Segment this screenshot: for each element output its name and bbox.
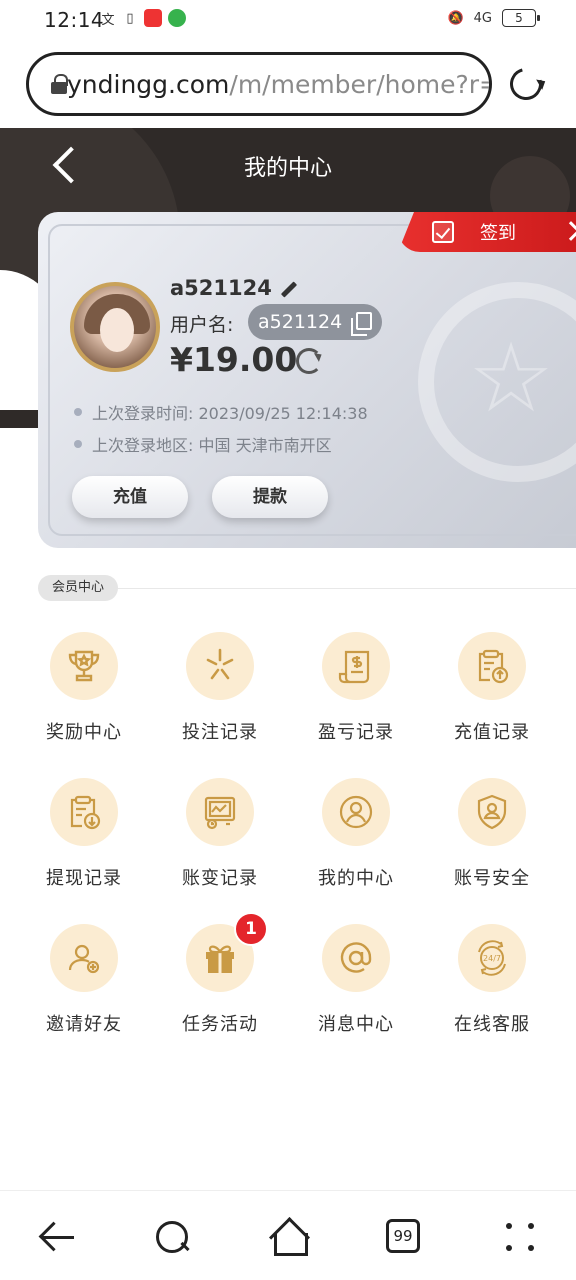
translate-icon: 文 xyxy=(101,12,115,28)
menu-label: 在线客服 xyxy=(454,1014,530,1035)
monitor-chart-icon xyxy=(186,778,254,846)
back-icon[interactable] xyxy=(38,1217,78,1257)
menu-label: 奖励中心 xyxy=(46,722,122,743)
menu-item-withdraw-records[interactable]: 提现记录 xyxy=(16,778,152,890)
browser-bottom-nav: 99 xyxy=(0,1190,576,1280)
username-value: a521124 xyxy=(258,311,343,333)
home-icon[interactable] xyxy=(268,1217,308,1257)
app-notification-icon xyxy=(144,9,162,27)
menu-item-account-changes[interactable]: 账变记录 xyxy=(152,778,288,890)
gift-icon: 1 xyxy=(186,912,268,992)
shield-user-icon xyxy=(458,778,526,846)
user-circle-icon xyxy=(322,778,390,846)
menu-label: 充值记录 xyxy=(454,722,530,743)
section-title: 会员中心 xyxy=(38,575,119,601)
last-login-time: 上次登录时间: 2023/09/25 12:14:38 xyxy=(92,404,368,423)
last-login-region: 上次登录地区: 中国 天津市南开区 xyxy=(92,436,332,455)
menu-item-account-security[interactable]: 账号安全 xyxy=(424,778,560,890)
menu-item-profit-records[interactable]: 盈亏记录 xyxy=(288,632,424,744)
username-text: a521124 xyxy=(170,276,272,300)
menu-label: 账变记录 xyxy=(182,868,258,889)
mute-icon: 🔕 xyxy=(447,10,464,26)
menu-item-recharge-records[interactable]: 充值记录 xyxy=(424,632,560,744)
battery-icon: 5 xyxy=(502,9,540,27)
section-divider xyxy=(38,588,576,589)
bullet-dot xyxy=(74,440,82,448)
checkbox-icon xyxy=(432,221,454,243)
reload-icon[interactable] xyxy=(504,62,548,106)
search-icon[interactable] xyxy=(152,1217,192,1257)
avatar-face xyxy=(100,308,134,352)
member-card: ☆ 签到 a521124 用户名: a521124 ¥19.00 上次登录时间:… xyxy=(38,212,576,548)
menu-item-my-center[interactable]: 我的中心 xyxy=(288,778,424,890)
page-title: 我的中心 xyxy=(243,156,332,181)
star-watermark-icon: ☆ xyxy=(468,322,555,434)
signal-icon: 4G xyxy=(473,10,492,26)
menu-label: 账号安全 xyxy=(454,868,530,889)
recharge-button[interactable]: 充值 xyxy=(72,476,188,518)
chevron-right-icon xyxy=(561,221,576,241)
refresh-icon[interactable] xyxy=(296,348,322,374)
menu-label: 投注记录 xyxy=(182,722,258,743)
menu-label: 邀请好友 xyxy=(46,1014,122,1035)
star-burst-icon xyxy=(186,632,254,700)
tabs-count-icon[interactable]: 99 xyxy=(386,1219,420,1253)
username-title: a521124 xyxy=(170,276,298,300)
last-login-region-row: 上次登录地区: 中国 天津市南开区 xyxy=(74,432,332,456)
status-bar: 12:14 文 ▯ 🔕 4G 5 xyxy=(0,0,576,40)
user-add-icon xyxy=(50,924,118,992)
checkin-button[interactable]: 签到 xyxy=(398,212,576,252)
member-menu-grid: 奖励中心 投注记录 盈亏记录 充值记录 提现记录 账变记录 我的中心 账号安全 … xyxy=(16,632,560,1036)
menu-item-bet-records[interactable]: 投注记录 xyxy=(152,632,288,744)
bullet-dot xyxy=(74,408,82,416)
support-24-7-icon: 24/7 xyxy=(458,924,526,992)
app-notification-icon xyxy=(168,9,186,27)
at-sign-icon xyxy=(322,924,390,992)
more-menu-icon[interactable] xyxy=(500,1217,540,1257)
menu-label: 消息中心 xyxy=(318,1014,394,1035)
avatar[interactable] xyxy=(70,282,160,372)
menu-label: 提现记录 xyxy=(46,868,122,889)
trophy-icon xyxy=(50,632,118,700)
status-notification-icons: 文 ▯ xyxy=(100,9,186,28)
username-pill: a521124 xyxy=(248,304,383,340)
menu-label: 盈亏记录 xyxy=(318,722,394,743)
menu-item-support[interactable]: 24/7 在线客服 xyxy=(424,924,560,1036)
receipt-icon xyxy=(322,632,390,700)
balance-amount: ¥19.00 xyxy=(170,340,298,379)
checkin-label: 签到 xyxy=(480,223,516,244)
username-label: 用户名: xyxy=(170,314,234,336)
withdraw-button[interactable]: 提款 xyxy=(212,476,328,518)
menu-item-invite-friends[interactable]: 邀请好友 xyxy=(16,924,152,1036)
clipboard-download-icon xyxy=(50,778,118,846)
svg-text:24/7: 24/7 xyxy=(483,954,501,963)
menu-item-messages[interactable]: 消息中心 xyxy=(288,924,424,1036)
menu-item-tasks[interactable]: 1 任务活动 xyxy=(152,912,288,1036)
clipboard-upload-icon xyxy=(458,632,526,700)
status-time: 12:14 xyxy=(44,8,105,32)
notification-badge: 1 xyxy=(234,912,268,946)
pencil-edit-icon[interactable] xyxy=(280,280,297,298)
url-path: /m/member/home?r= xyxy=(229,69,492,99)
copy-icon[interactable] xyxy=(351,312,373,336)
menu-item-rewards[interactable]: 奖励中心 xyxy=(16,632,152,744)
phone-icon: ▯ xyxy=(126,10,134,26)
last-login-time-row: 上次登录时间: 2023/09/25 12:14:38 xyxy=(74,400,368,424)
address-field[interactable]: yndingg.com/m/member/home?r= xyxy=(26,52,492,116)
status-system-icons: 🔕 4G 5 xyxy=(447,9,540,27)
browser-url-bar: yndingg.com/m/member/home?r= xyxy=(0,40,576,128)
menu-label: 我的中心 xyxy=(318,868,394,889)
menu-label: 任务活动 xyxy=(182,1014,258,1035)
url-host: yndingg.com xyxy=(67,69,230,99)
